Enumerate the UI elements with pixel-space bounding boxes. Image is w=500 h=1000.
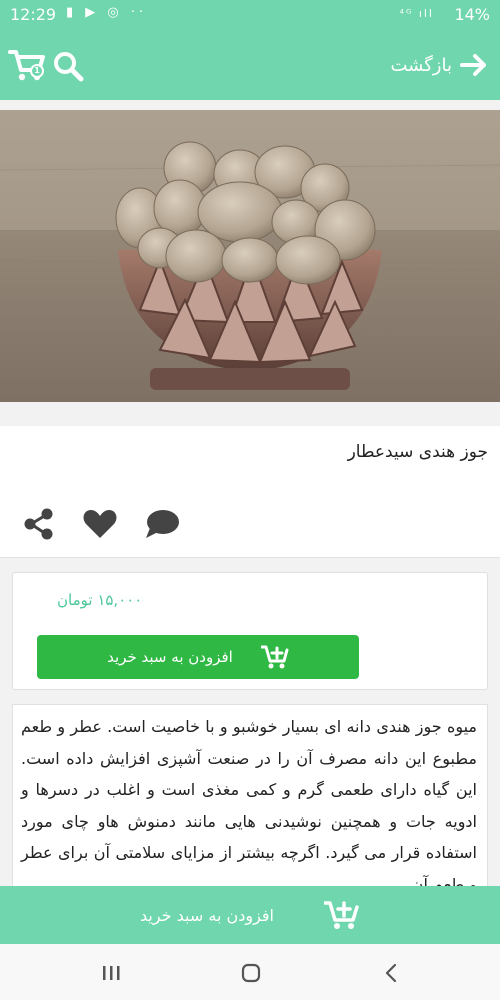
favorite-button[interactable]: [82, 507, 118, 541]
product-price: ۱۵,۰۰۰ تومان: [57, 591, 143, 609]
search-button[interactable]: [52, 50, 84, 82]
cart-count-badge: 1: [30, 64, 44, 78]
product-actions: [20, 506, 180, 542]
system-navigation-bar: [0, 944, 500, 1000]
home-button[interactable]: [236, 958, 266, 988]
share-icon: [24, 508, 53, 540]
product-image: [0, 110, 500, 402]
battery-level: 14%: [454, 5, 490, 24]
product-description: میوه جوز هندی دانه ای بسیار خوشبو و با خ…: [21, 717, 477, 894]
app-bar: 1 بازگشت: [0, 30, 500, 100]
add-cart-icon: [324, 901, 359, 929]
back-label: بازگشت: [390, 54, 453, 76]
home-icon: [241, 963, 261, 983]
product-title: جوز هندی سیدعطار: [347, 442, 488, 462]
recent-apps-button[interactable]: [96, 958, 126, 988]
share-button[interactable]: [20, 507, 56, 541]
status-bar: 12:29 ▮ ▶ ◎ ·· ⁴ᴳ ıll 14%: [0, 0, 500, 30]
description-card: میوه جوز هندی دانه ای بسیار خوشبو و با خ…: [12, 704, 488, 894]
comment-button[interactable]: [144, 507, 180, 541]
add-to-cart-button[interactable]: افزودن به سبد خرید: [37, 635, 359, 679]
chevron-left-icon: [385, 963, 397, 983]
search-icon: [54, 52, 84, 82]
bottom-add-to-cart-label: افزودن به سبد خرید: [139, 905, 274, 925]
cart-button[interactable]: 1: [8, 46, 46, 82]
signal-icon: ⁴ᴳ ıll: [399, 7, 434, 20]
notification-icons: ▮ ▶ ◎ ··: [66, 5, 148, 20]
bottom-add-to-cart-bar[interactable]: افزودن به سبد خرید: [0, 886, 500, 944]
back-nav-button[interactable]: [376, 958, 406, 988]
back-button[interactable]: بازگشت: [391, 50, 489, 80]
add-cart-icon: [260, 645, 289, 669]
recent-apps-icon: [103, 966, 120, 980]
add-to-cart-label: افزودن به سبد خرید: [107, 648, 233, 666]
comment-icon: [146, 510, 179, 538]
status-time: 12:29: [10, 5, 57, 24]
heart-icon: [83, 510, 117, 538]
arrow-right-icon: [460, 54, 486, 76]
price-card: ۱۵,۰۰۰ تومان افزودن به سبد خرید: [12, 572, 488, 690]
